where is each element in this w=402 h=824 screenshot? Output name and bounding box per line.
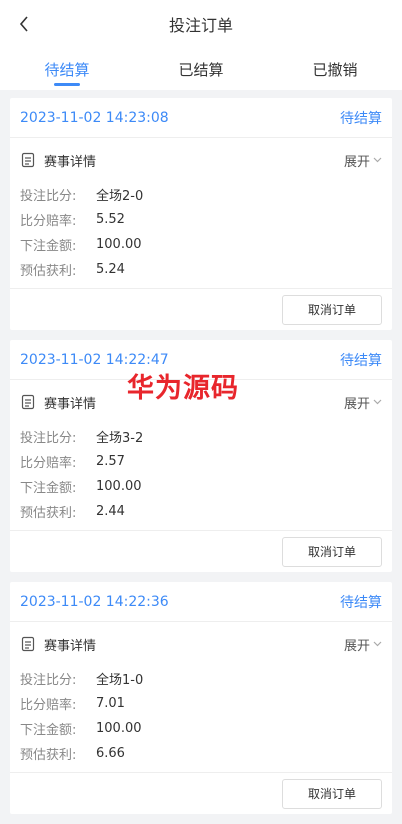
order-fields: 投注比分: 全场3-2 比分赔率: 2.57 下注金额: 100.00 预估获利…: [10, 424, 392, 530]
match-detail-label: 赛事详情: [44, 154, 97, 170]
order-header: 2023-11-02 14:23:08 待结算: [10, 98, 392, 138]
order-time: 2023-11-02 14:22:47: [20, 351, 169, 368]
field-value: 全场1-0: [96, 673, 144, 688]
match-detail-label: 赛事详情: [44, 396, 97, 412]
nav-bar: 投注订单: [0, 0, 402, 48]
profit-row: 预估获利: 2.44: [20, 499, 382, 524]
field-key: 下注金额:: [20, 239, 77, 254]
expand-toggle[interactable]: 展开: [344, 393, 382, 412]
tab-pending-label: 待结算: [44, 60, 90, 79]
odds-row: 比分赔率: 7.01: [20, 691, 382, 716]
order-status: 待结算: [340, 352, 382, 369]
field-value: 全场3-2: [96, 431, 144, 446]
field-value: 全场2-0: [96, 189, 144, 204]
order-list: 2023-11-02 14:23:08 待结算 赛事详情 展开 投注比分: 全场…: [10, 98, 392, 824]
match-detail-row: 赛事详情 展开: [10, 622, 392, 666]
field-value: 7.01: [96, 696, 125, 711]
field-value: 2.44: [96, 504, 125, 519]
field-key: 预估获利:: [20, 506, 77, 521]
order-card: 2023-11-02 14:22:36 待结算 赛事详情 展开 投注比分: 全场…: [10, 582, 392, 814]
order-card: 2023-11-02 14:22:47 待结算 赛事详情 展开 投注比分: 全场…: [10, 340, 392, 572]
cancel-order-button[interactable]: 取消订单: [282, 294, 382, 325]
field-value: 100.00: [96, 237, 142, 252]
tab-cancelled[interactable]: 已撤销: [268, 48, 402, 90]
order-time: 2023-11-02 14:22:36: [20, 593, 169, 610]
field-value: 100.00: [96, 479, 142, 494]
order-header: 2023-11-02 14:22:47 待结算: [10, 340, 392, 380]
field-key: 比分赔率:: [20, 698, 77, 713]
field-key: 投注比分:: [20, 673, 77, 688]
order-footer: 取消订单: [10, 530, 392, 572]
field-key: 比分赔率:: [20, 456, 77, 471]
bet-score-row: 投注比分: 全场2-0: [20, 182, 382, 207]
chevron-left-icon: [19, 16, 28, 32]
document-icon: [21, 636, 35, 652]
amount-row: 下注金额: 100.00: [20, 716, 382, 741]
field-key: 下注金额:: [20, 481, 77, 496]
expand-toggle[interactable]: 展开: [344, 151, 382, 170]
order-status: 待结算: [340, 110, 382, 127]
field-value: 6.66: [96, 746, 125, 761]
tab-cancelled-label: 已撤销: [312, 60, 358, 79]
bet-score-row: 投注比分: 全场3-2: [20, 424, 382, 449]
field-value: 100.00: [96, 721, 142, 736]
expand-label: 展开: [343, 638, 370, 654]
expand-label: 展开: [343, 154, 370, 170]
profit-row: 预估获利: 6.66: [20, 741, 382, 766]
document-icon: [21, 394, 35, 410]
order-header: 2023-11-02 14:22:36 待结算: [10, 582, 392, 622]
field-value: 2.57: [96, 454, 125, 469]
expand-toggle[interactable]: 展开: [344, 635, 382, 654]
match-detail-title: 赛事详情: [20, 635, 96, 654]
field-key: 下注金额:: [20, 723, 77, 738]
document-icon: [21, 152, 35, 168]
bet-score-row: 投注比分: 全场1-0: [20, 666, 382, 691]
tab-pending[interactable]: 待结算: [0, 48, 134, 90]
profit-row: 预估获利: 5.24: [20, 257, 382, 282]
order-footer: 取消订单: [10, 772, 392, 814]
field-value: 5.24: [96, 262, 125, 277]
order-fields: 投注比分: 全场1-0 比分赔率: 7.01 下注金额: 100.00 预估获利…: [10, 666, 392, 772]
tab-bar: 待结算 已结算 已撤销: [0, 48, 402, 90]
match-detail-row: 赛事详情 展开: [10, 138, 392, 182]
amount-row: 下注金额: 100.00: [20, 474, 382, 499]
field-key: 投注比分:: [20, 431, 77, 446]
field-key: 预估获利:: [20, 264, 77, 279]
chevron-down-icon: [373, 399, 382, 405]
field-key: 比分赔率:: [20, 214, 77, 229]
order-time: 2023-11-02 14:23:08: [20, 109, 169, 126]
cancel-order-button[interactable]: 取消订单: [282, 778, 382, 809]
field-value: 5.52: [96, 212, 125, 227]
cancel-order-button[interactable]: 取消订单: [282, 536, 382, 567]
amount-row: 下注金额: 100.00: [20, 232, 382, 257]
match-detail-row: 赛事详情 展开: [10, 380, 392, 424]
match-detail-title: 赛事详情: [20, 151, 96, 170]
chevron-down-icon: [373, 157, 382, 163]
back-button[interactable]: [12, 12, 36, 36]
expand-label: 展开: [343, 396, 370, 412]
order-footer: 取消订单: [10, 288, 392, 330]
page-title: 投注订单: [168, 16, 233, 35]
tab-settled[interactable]: 已结算: [134, 48, 268, 90]
match-detail-label: 赛事详情: [44, 638, 97, 654]
order-status: 待结算: [340, 594, 382, 611]
odds-row: 比分赔率: 5.52: [20, 207, 382, 232]
order-fields: 投注比分: 全场2-0 比分赔率: 5.52 下注金额: 100.00 预估获利…: [10, 182, 392, 288]
field-key: 预估获利:: [20, 748, 77, 763]
order-card: 2023-11-02 14:23:08 待结算 赛事详情 展开 投注比分: 全场…: [10, 98, 392, 330]
active-tab-indicator: [54, 83, 80, 86]
tab-settled-label: 已结算: [178, 60, 224, 79]
match-detail-title: 赛事详情: [20, 393, 96, 412]
chevron-down-icon: [373, 641, 382, 647]
odds-row: 比分赔率: 2.57: [20, 449, 382, 474]
field-key: 投注比分:: [20, 189, 77, 204]
